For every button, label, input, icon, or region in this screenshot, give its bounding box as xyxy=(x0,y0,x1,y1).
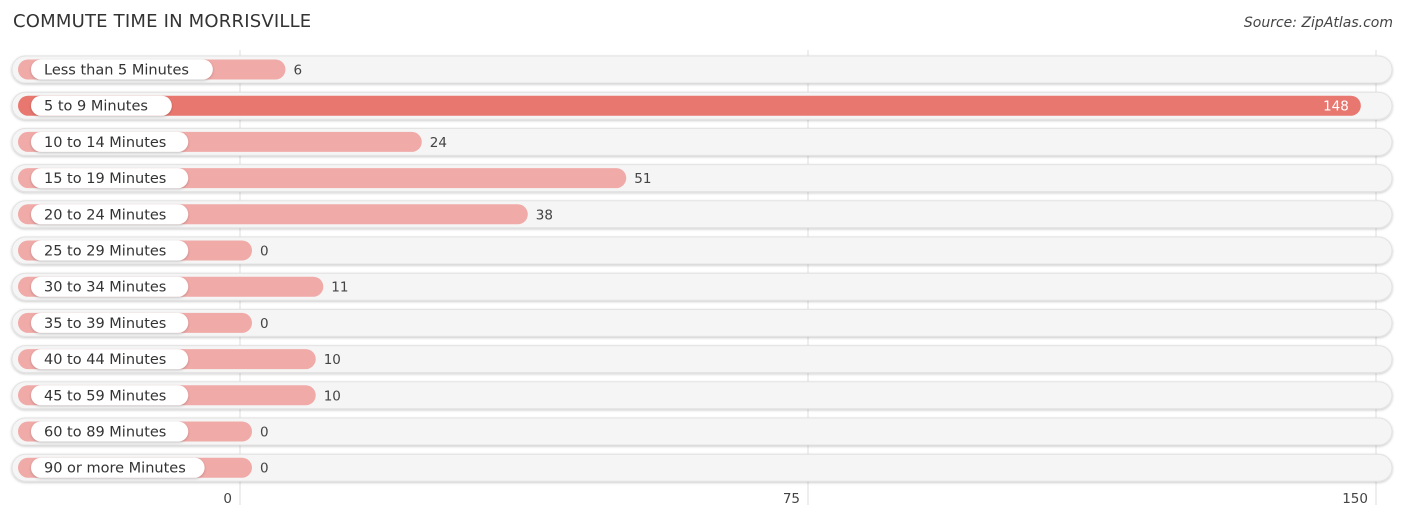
value-label: 0 xyxy=(260,244,269,260)
category-label: 5 to 9 Minutes xyxy=(44,99,148,115)
bar-row: 30 to 34 Minutes 11 xyxy=(11,272,1393,301)
value-label: 24 xyxy=(430,135,447,151)
x-tick-label: 75 xyxy=(783,491,800,507)
bar-row: 45 to 59 Minutes 10 xyxy=(11,381,1393,410)
category-label: 90 or more Minutes xyxy=(44,461,186,477)
category-label: 10 to 14 Minutes xyxy=(44,135,166,151)
category-label: 60 to 89 Minutes xyxy=(44,425,166,441)
value-label: 0 xyxy=(260,316,269,332)
category-label: 40 to 44 Minutes xyxy=(44,352,166,368)
bar-row: 10 to 14 Minutes 24 xyxy=(11,127,1393,156)
value-label: 0 xyxy=(260,425,269,441)
value-label: 11 xyxy=(331,280,348,296)
value-label: 10 xyxy=(324,388,341,404)
value-label: 38 xyxy=(536,207,553,223)
category-label: Less than 5 Minutes xyxy=(44,63,189,79)
value-label: 148 xyxy=(1323,99,1349,115)
category-label: 45 to 59 Minutes xyxy=(44,388,166,404)
category-label: 15 to 19 Minutes xyxy=(44,171,166,187)
bar-row: 5 to 9 Minutes 148 xyxy=(11,91,1393,120)
value-label: 6 xyxy=(293,63,302,79)
value-label: 51 xyxy=(634,171,651,187)
category-label: 20 to 24 Minutes xyxy=(44,207,166,223)
category-label: 30 to 34 Minutes xyxy=(44,280,166,296)
bar[interactable] xyxy=(18,95,1361,116)
value-label: 10 xyxy=(324,352,341,368)
x-tick-label: 150 xyxy=(1342,491,1368,507)
bar-row: 40 to 44 Minutes 10 xyxy=(11,345,1393,374)
value-label: 0 xyxy=(260,461,269,477)
bar-chart: Less than 5 Minutes 6 5 to 9 Minutes 148 10 … xyxy=(11,50,1393,507)
bar-row: 35 to 39 Minutes 0 xyxy=(11,308,1393,337)
bar-row: Less than 5 Minutes 6 xyxy=(11,55,1393,84)
bar-row: 60 to 89 Minutes 0 xyxy=(11,417,1393,446)
bar-row: 15 to 19 Minutes 51 xyxy=(11,164,1393,193)
category-label: 35 to 39 Minutes xyxy=(44,316,166,332)
bar-row: 90 or more Minutes 0 xyxy=(11,453,1393,482)
category-label: 25 to 29 Minutes xyxy=(44,244,166,260)
bar-row: 20 to 24 Minutes 38 xyxy=(11,200,1393,229)
x-tick-label: 0 xyxy=(223,491,232,507)
bar-row: 25 to 29 Minutes 0 xyxy=(11,236,1393,265)
